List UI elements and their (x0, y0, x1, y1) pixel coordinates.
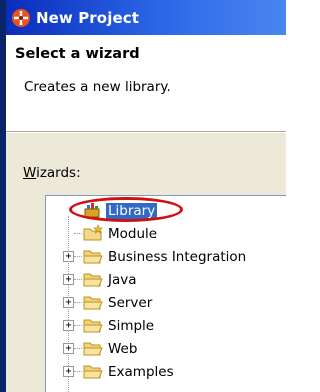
wizards-label: Wizards: (23, 165, 81, 181)
tree-item-java[interactable]: + Java (46, 268, 286, 291)
tree-item-simple[interactable]: + Simple (46, 314, 286, 337)
page-title: Select a wizard (15, 46, 140, 62)
tree-item-label: Examples (108, 363, 174, 380)
page-description: Creates a new library. (24, 79, 171, 95)
window-title: New Project (36, 8, 139, 27)
tree-item-examples[interactable]: + Examples (46, 360, 286, 383)
new-project-icon (10, 7, 32, 29)
new-project-dialog: New Project Select a wizard Creates a ne… (0, 0, 286, 392)
folder-icon (82, 339, 104, 357)
mnemonic-letter: W (23, 165, 37, 181)
wizards-tree[interactable]: Library Module + Business Integration + … (45, 195, 286, 392)
tree-item-label: Java (108, 271, 137, 288)
expand-toggle[interactable]: + (63, 343, 74, 354)
wizards-label-text: izards: (36, 165, 81, 181)
expand-toggle[interactable]: + (63, 251, 74, 262)
tree-branch-line (74, 256, 82, 257)
folder-icon (82, 316, 104, 334)
folder-icon (82, 247, 104, 265)
tree-item-business-integration[interactable]: + Business Integration (46, 245, 286, 268)
tree-branch-line (74, 302, 82, 303)
annotation-highlight-circle (69, 197, 183, 222)
tree-branch-line (74, 233, 82, 234)
tree-branch-line (74, 279, 82, 280)
expand-toggle[interactable]: + (63, 320, 74, 331)
tree-item-label: Simple (108, 317, 155, 334)
expand-toggle[interactable]: + (63, 366, 74, 377)
tree-branch-line (74, 371, 82, 372)
tree-item-label: Web (108, 340, 138, 357)
wizard-banner: Select a wizard Creates a new library. (6, 35, 286, 132)
tree-item-web[interactable]: + Web (46, 337, 286, 360)
tree-item-label: Module (108, 225, 158, 242)
wizard-body: Wizards: Library Module + Business Integ… (6, 132, 286, 392)
new-folder-icon (82, 224, 104, 242)
folder-icon (82, 293, 104, 311)
title-bar[interactable]: New Project (6, 0, 286, 35)
tree-branch-line (74, 348, 82, 349)
folder-icon (82, 270, 104, 288)
tree-item-label: Business Integration (108, 248, 247, 265)
tree-item-module[interactable]: Module (46, 222, 286, 245)
tree-item-server[interactable]: + Server (46, 291, 286, 314)
tree-item-label: Server (108, 294, 153, 311)
folder-icon (82, 362, 104, 380)
expand-toggle[interactable]: + (63, 297, 74, 308)
tree-branch-line (74, 325, 82, 326)
expand-toggle[interactable]: + (63, 274, 74, 285)
